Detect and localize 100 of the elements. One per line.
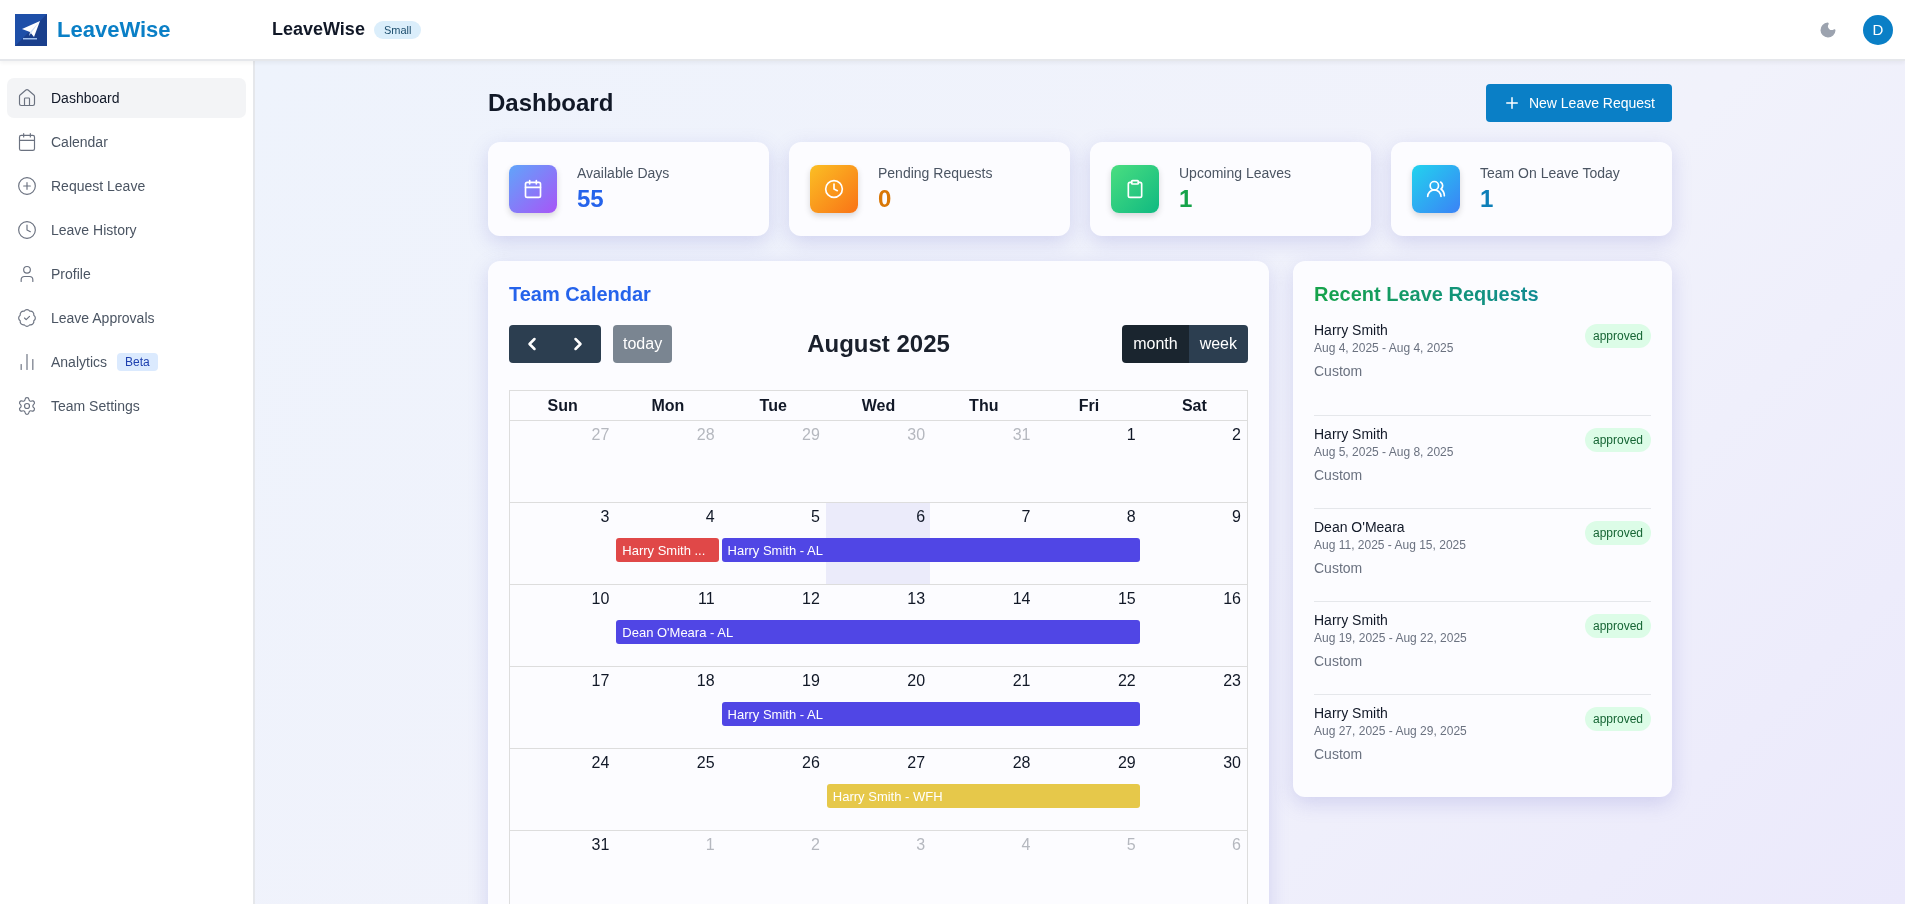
day-cell[interactable]: 13 xyxy=(825,585,931,620)
view-toggle-button[interactable]: month xyxy=(1122,325,1189,363)
day-cell[interactable]: 25 xyxy=(615,749,720,784)
day-number: 9 xyxy=(1231,507,1242,527)
sidebar-label: Leave History xyxy=(51,222,137,238)
day-number: 18 xyxy=(695,671,716,691)
calendar-event[interactable]: Harry Smith - AL xyxy=(721,538,1140,562)
previous-button[interactable] xyxy=(509,325,555,363)
day-cell[interactable]: 16 xyxy=(1141,585,1246,620)
day-cell[interactable]: 24 xyxy=(510,749,615,784)
day-number: 2 xyxy=(809,835,821,855)
day-number: 2 xyxy=(1231,425,1242,445)
day-cell[interactable]: 19 xyxy=(720,667,825,702)
day-cell[interactable]: 10 xyxy=(510,585,615,620)
day-cell[interactable]: 28 xyxy=(931,749,1036,784)
sidebar-item[interactable]: Leave Approvals xyxy=(7,298,246,338)
day-cell[interactable]: 22 xyxy=(1036,667,1141,702)
status-badge: approved xyxy=(1584,324,1651,348)
day-cell[interactable]: 23 xyxy=(1141,667,1246,702)
weekday-header: Fri xyxy=(1077,395,1101,416)
sidebar-item[interactable]: Dashboard xyxy=(7,78,246,118)
day-cell[interactable]: 17 xyxy=(510,667,615,702)
request-dates: Aug 27, 2025 - Aug 29, 2025 xyxy=(1314,724,1467,738)
calendar-title: Team Calendar xyxy=(509,283,652,306)
leave-type: Custom xyxy=(1314,560,1364,576)
calendar-event[interactable]: Dean O'Meara - AL xyxy=(616,620,1140,644)
request-dates: Aug 19, 2025 - Aug 22, 2025 xyxy=(1314,631,1467,645)
today-button[interactable]: today xyxy=(613,325,673,363)
request-dates: Aug 4, 2025 - Aug 4, 2025 xyxy=(1314,341,1454,355)
day-cell[interactable]: 6 xyxy=(825,503,931,538)
calendar-event[interactable]: Harry Smith ... xyxy=(616,538,719,562)
user-avatar[interactable]: D xyxy=(1863,14,1893,45)
clipboard-icon xyxy=(1125,179,1145,199)
day-number: 1 xyxy=(704,835,716,855)
day-cell[interactable]: 18 xyxy=(615,667,720,702)
weekday-header: Tue xyxy=(758,395,788,416)
sidebar-item[interactable]: Request Leave xyxy=(7,166,246,206)
day-cell[interactable]: 3 xyxy=(510,503,615,538)
sidebar-label: Calendar xyxy=(51,134,108,150)
sidebar-label: Dashboard xyxy=(51,90,120,106)
requester-name: Harry Smith xyxy=(1314,322,1389,338)
weekday-header: Sat xyxy=(1180,395,1208,416)
day-cell[interactable]: 21 xyxy=(931,667,1036,702)
day-cell[interactable]: 9 xyxy=(1141,503,1246,538)
day-cell[interactable]: 20 xyxy=(825,667,931,702)
day-number: 16 xyxy=(1222,589,1242,609)
dark-mode-icon[interactable] xyxy=(1819,20,1837,39)
day-cell[interactable]: 7 xyxy=(931,503,1036,538)
day-number: 28 xyxy=(1011,753,1032,773)
sidebar-label: Analytics xyxy=(51,354,108,370)
requester-name: Dean O'Meara xyxy=(1314,519,1406,535)
sidebar-item[interactable]: Analytics Beta xyxy=(7,342,246,382)
day-cell[interactable]: 12 xyxy=(720,585,825,620)
requester-name: Harry Smith xyxy=(1314,705,1389,721)
brand-name: LeaveWise xyxy=(57,16,171,43)
request-dates: Aug 5, 2025 - Aug 8, 2025 xyxy=(1314,445,1454,459)
day-cell[interactable]: 15 xyxy=(1036,585,1141,620)
requester-name: Harry Smith xyxy=(1314,426,1389,442)
day-cell[interactable]: 27 xyxy=(825,749,931,784)
view-toggle-button[interactable]: week xyxy=(1188,325,1248,363)
stat-value: 55 xyxy=(577,185,605,213)
day-cell[interactable]: 4 xyxy=(615,503,720,538)
day-number: 30 xyxy=(906,425,927,445)
sidebar-label: Profile xyxy=(51,266,91,282)
new-leave-request-button[interactable]: New Leave Request xyxy=(1485,84,1672,122)
sidebar-item[interactable]: Calendar xyxy=(7,122,246,162)
day-number: 15 xyxy=(1116,589,1137,609)
day-number: 29 xyxy=(1116,753,1137,773)
requester-name: Harry Smith xyxy=(1314,612,1389,628)
day-cell[interactable]: 8 xyxy=(1036,503,1141,538)
day-number: 7 xyxy=(1020,507,1032,527)
day-number: 3 xyxy=(915,835,927,855)
day-number: 24 xyxy=(590,753,611,773)
day-number: 11 xyxy=(696,589,716,609)
day-cell[interactable]: 30 xyxy=(1141,749,1246,784)
day-number: 8 xyxy=(1125,507,1137,527)
day-cell[interactable]: 29 xyxy=(1036,749,1141,784)
day-cell[interactable]: 1 xyxy=(1036,421,1141,456)
status-badge: approved xyxy=(1584,614,1651,638)
day-number: 5 xyxy=(1125,835,1137,855)
day-cell[interactable]: 11 xyxy=(615,585,720,620)
day-cell[interactable]: 26 xyxy=(720,749,825,784)
stat-value: 1 xyxy=(1179,185,1194,213)
day-cell[interactable]: 2 xyxy=(1141,421,1246,456)
day-number: 4 xyxy=(704,507,716,527)
sidebar-label: Team Settings xyxy=(51,398,140,414)
sidebar-item[interactable]: Leave History xyxy=(7,210,246,250)
sidebar-item[interactable]: Profile xyxy=(7,254,246,294)
day-number: 20 xyxy=(906,671,927,691)
day-cell[interactable]: 14 xyxy=(931,585,1036,620)
day-number: 21 xyxy=(1011,671,1032,691)
leave-type: Custom xyxy=(1314,467,1364,483)
sidebar-item[interactable]: Team Settings xyxy=(7,386,246,426)
day-cell[interactable]: 31 xyxy=(510,831,615,866)
leave-type: Custom xyxy=(1314,653,1364,669)
weekday-header: Wed xyxy=(860,395,897,416)
calendar-event[interactable]: Harry Smith - AL xyxy=(721,702,1140,726)
users-icon xyxy=(1426,179,1446,199)
day-cell[interactable]: 5 xyxy=(720,503,825,538)
next-button[interactable] xyxy=(555,325,601,363)
